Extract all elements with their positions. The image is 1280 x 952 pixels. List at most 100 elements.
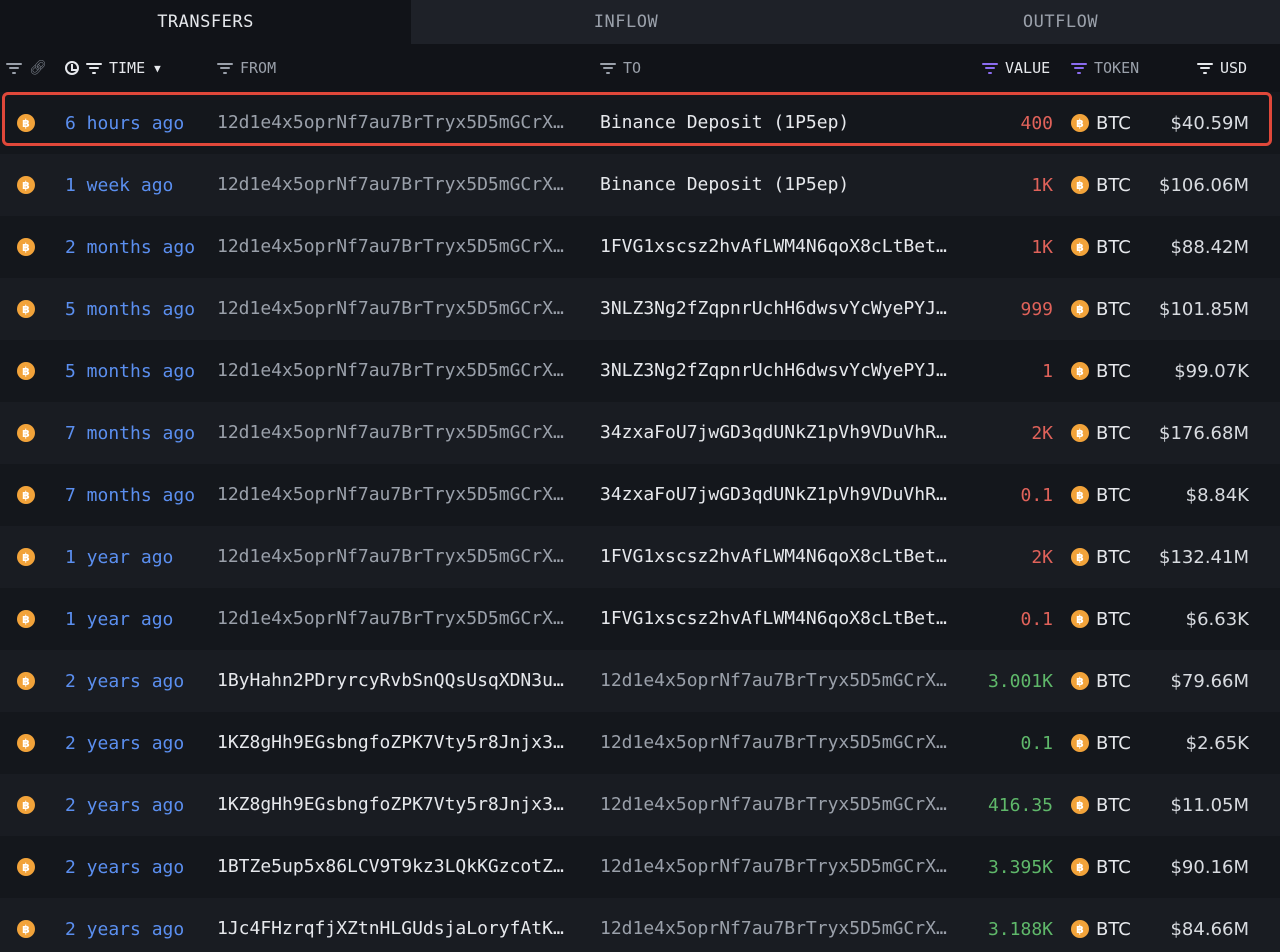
from-address[interactable]: 12d1e4x5oprNf7au7BrTryx5D5mGCrX… [217,402,579,464]
from-address[interactable]: 12d1e4x5oprNf7au7BrTryx5D5mGCrX… [217,92,579,154]
table-row[interactable]: ฿ 6 hours ago 12d1e4x5oprNf7au7BrTryx5D5… [0,92,1280,154]
bitcoin-icon: ฿ [17,734,35,752]
table-row[interactable]: ฿ 1 week ago 12d1e4x5oprNf7au7BrTryx5D5m… [0,154,1280,216]
tab-transfers[interactable]: TRANSFERS [0,0,411,44]
from-address[interactable]: 1KZ8gHh9EGsbngfoZPK7Vty5r8Jnjx3… [217,774,579,836]
usd-value: $6.63K [1185,608,1249,630]
table-row[interactable]: ฿ 5 months ago 12d1e4x5oprNf7au7BrTryx5D… [0,340,1280,402]
column-value[interactable]: VALUE [982,44,1050,92]
column-time[interactable]: TIME ▼ [65,44,161,92]
to-address[interactable]: 12d1e4x5oprNf7au7BrTryx5D5mGCrX… [600,836,962,898]
to-address[interactable]: 1FVG1xscsz2hvAfLWM4N6qoX8cLtBet… [600,216,962,278]
to-address[interactable]: 34zxaFoU7jwGD3qdUNkZ1pVh9VDuVhR… [600,402,962,464]
token-cell[interactable]: ฿ BTC [1071,526,1151,588]
token-cell[interactable]: ฿ BTC [1071,712,1151,774]
column-usd[interactable]: USD [1197,44,1247,92]
table-row[interactable]: ฿ 2 years ago 1Jc4FHzrqfjXZtnHLGUdsjaLor… [0,898,1280,952]
bitcoin-icon: ฿ [17,176,35,194]
token-cell[interactable]: ฿ BTC [1071,464,1151,526]
to-address[interactable]: 12d1e4x5oprNf7au7BrTryx5D5mGCrX… [600,712,962,774]
to-address[interactable]: 1FVG1xscsz2hvAfLWM4N6qoX8cLtBet… [600,526,962,588]
bitcoin-icon: ฿ [17,486,35,504]
column-from[interactable]: FROM [217,44,276,92]
time-link[interactable]: 5 months ago [65,340,215,402]
time-link[interactable]: 2 years ago [65,650,215,712]
table-row[interactable]: ฿ 2 years ago 1BTZe5up5x86LCV9T9kz3LQkKG… [0,836,1280,898]
filter-icon[interactable] [86,62,102,74]
filter-icon[interactable] [6,62,22,74]
token-cell[interactable]: ฿ BTC [1071,92,1151,154]
from-address[interactable]: 12d1e4x5oprNf7au7BrTryx5D5mGCrX… [217,526,579,588]
to-address[interactable]: 3NLZ3Ng2fZqpnrUchH6dwsvYcWyePYJ… [600,340,962,402]
from-address[interactable]: 12d1e4x5oprNf7au7BrTryx5D5mGCrX… [217,278,579,340]
from-address[interactable]: 1ByHahn2PDryrcyRvbSnQQsUsqXDN3u… [217,650,579,712]
time-link[interactable]: 2 months ago [65,216,215,278]
token-cell[interactable]: ฿ BTC [1071,650,1151,712]
table-row[interactable]: ฿ 1 year ago 12d1e4x5oprNf7au7BrTryx5D5m… [0,526,1280,588]
time-link[interactable]: 2 years ago [65,774,215,836]
token-cell[interactable]: ฿ BTC [1071,278,1151,340]
token-cell[interactable]: ฿ BTC [1071,402,1151,464]
time-link[interactable]: 1 year ago [65,526,215,588]
from-address[interactable]: 1KZ8gHh9EGsbngfoZPK7Vty5r8Jnjx3… [217,712,579,774]
time-link[interactable]: 1 year ago [65,588,215,650]
token-cell[interactable]: ฿ BTC [1071,898,1151,952]
filter-icon[interactable] [600,62,616,74]
table-row[interactable]: ฿ 7 months ago 12d1e4x5oprNf7au7BrTryx5D… [0,402,1280,464]
link-icon[interactable]: 🔗︎ [29,60,47,76]
token-cell[interactable]: ฿ BTC [1071,774,1151,836]
table-row[interactable]: ฿ 2 years ago 1ByHahn2PDryrcyRvbSnQQsUsq… [0,650,1280,712]
from-address[interactable]: 1BTZe5up5x86LCV9T9kz3LQkKGzcotZ… [217,836,579,898]
from-address[interactable]: 12d1e4x5oprNf7au7BrTryx5D5mGCrX… [217,154,579,216]
time-link[interactable]: 6 hours ago [65,92,215,154]
from-address[interactable]: 12d1e4x5oprNf7au7BrTryx5D5mGCrX… [217,588,579,650]
filter-active-icon[interactable] [982,62,998,74]
token-symbol: BTC [1096,670,1131,692]
time-link[interactable]: 1 week ago [65,154,215,216]
tab-outflow[interactable]: OUTFLOW [841,0,1280,44]
table-row[interactable]: ฿ 2 months ago 12d1e4x5oprNf7au7BrTryx5D… [0,216,1280,278]
time-link[interactable]: 5 months ago [65,278,215,340]
table-row[interactable]: ฿ 1 year ago 12d1e4x5oprNf7au7BrTryx5D5m… [0,588,1280,650]
token-cell[interactable]: ฿ BTC [1071,836,1151,898]
to-address[interactable]: 12d1e4x5oprNf7au7BrTryx5D5mGCrX… [600,650,962,712]
token-cell[interactable]: ฿ BTC [1071,340,1151,402]
filter-icon[interactable] [1197,62,1213,74]
to-address[interactable]: 12d1e4x5oprNf7au7BrTryx5D5mGCrX… [600,898,962,952]
to-address-text: 1FVG1xscsz2hvAfLWM4N6qoX8cLtBet… [600,546,947,567]
from-address[interactable]: 12d1e4x5oprNf7au7BrTryx5D5mGCrX… [217,464,579,526]
time-link[interactable]: 2 years ago [65,836,215,898]
bitcoin-icon: ฿ [1071,610,1089,628]
sort-desc-icon[interactable]: ▼ [154,62,161,75]
usd-value: $132.41M [1159,546,1249,568]
table-row[interactable]: ฿ 7 months ago 12d1e4x5oprNf7au7BrTryx5D… [0,464,1280,526]
column-token[interactable]: TOKEN [1071,44,1139,92]
tab-inflow[interactable]: INFLOW [411,0,841,44]
time-link[interactable]: 2 years ago [65,898,215,952]
token-cell[interactable]: ฿ BTC [1071,588,1151,650]
from-address-text: 12d1e4x5oprNf7au7BrTryx5D5mGCrX… [217,174,564,195]
table-row[interactable]: ฿ 5 months ago 12d1e4x5oprNf7au7BrTryx5D… [0,278,1280,340]
table-row[interactable]: ฿ 2 years ago 1KZ8gHh9EGsbngfoZPK7Vty5r8… [0,712,1280,774]
from-address[interactable]: 1Jc4FHzrqfjXZtnHLGUdsjaLoryfAtK… [217,898,579,952]
time-link[interactable]: 2 years ago [65,712,215,774]
time-link[interactable]: 7 months ago [65,464,215,526]
chain-cell: ฿ [17,92,37,154]
from-address[interactable]: 12d1e4x5oprNf7au7BrTryx5D5mGCrX… [217,216,579,278]
table-row[interactable]: ฿ 2 years ago 1KZ8gHh9EGsbngfoZPK7Vty5r8… [0,774,1280,836]
token-cell[interactable]: ฿ BTC [1071,216,1151,278]
from-address-text: 12d1e4x5oprNf7au7BrTryx5D5mGCrX… [217,298,564,319]
to-address[interactable]: Binance Deposit (1P5ep) [600,92,962,154]
from-address[interactable]: 12d1e4x5oprNf7au7BrTryx5D5mGCrX… [217,340,579,402]
to-address[interactable]: 34zxaFoU7jwGD3qdUNkZ1pVh9VDuVhR… [600,464,962,526]
to-address[interactable]: 1FVG1xscsz2hvAfLWM4N6qoX8cLtBet… [600,588,962,650]
token-cell[interactable]: ฿ BTC [1071,154,1151,216]
filter-active-icon[interactable] [1071,62,1087,74]
to-address[interactable]: 3NLZ3Ng2fZqpnrUchH6dwsvYcWyePYJ… [600,278,962,340]
to-address[interactable]: Binance Deposit (1P5ep) [600,154,962,216]
from-address-text: 1KZ8gHh9EGsbngfoZPK7Vty5r8Jnjx3… [217,794,564,815]
filter-icon[interactable] [217,62,233,74]
column-to[interactable]: TO [600,44,641,92]
to-address[interactable]: 12d1e4x5oprNf7au7BrTryx5D5mGCrX… [600,774,962,836]
time-link[interactable]: 7 months ago [65,402,215,464]
